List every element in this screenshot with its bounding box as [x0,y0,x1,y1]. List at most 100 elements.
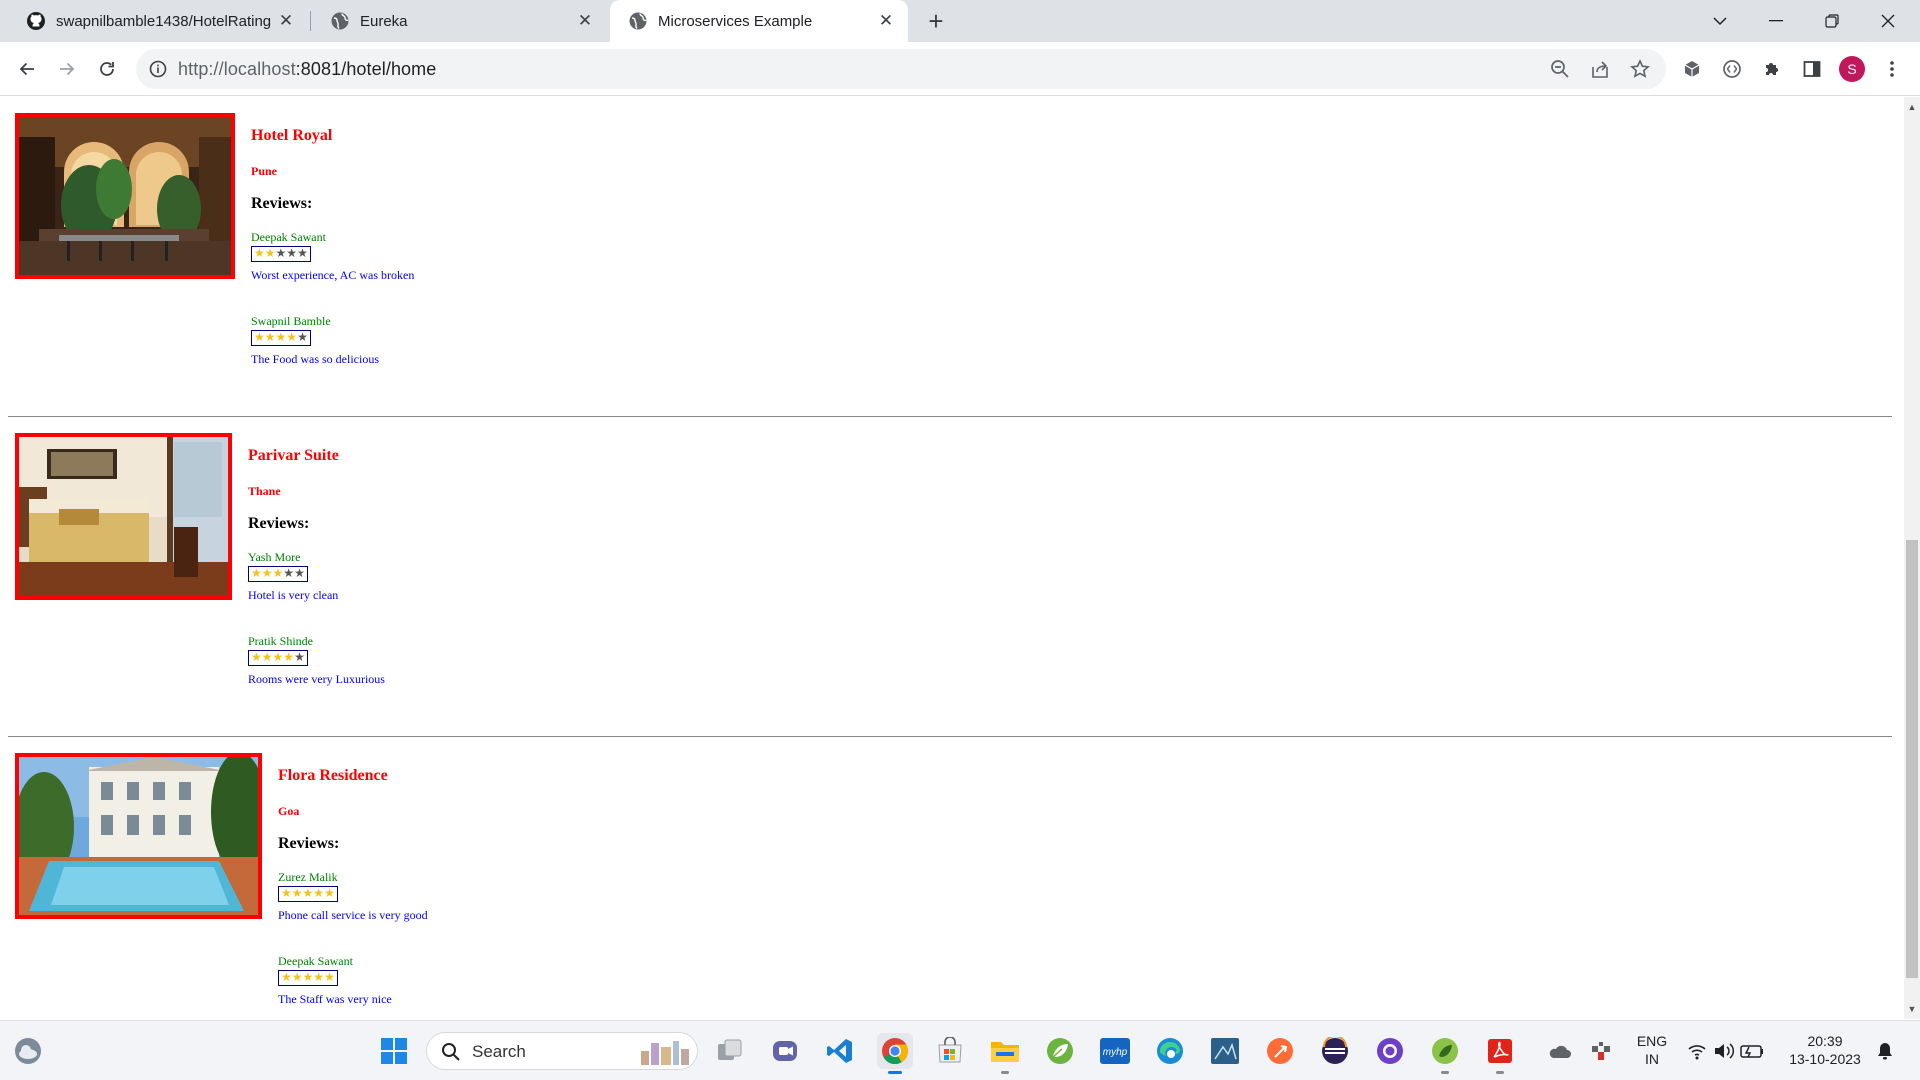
star-filled-icon: ★ [275,330,287,344]
profile-button[interactable]: S [1836,53,1868,85]
tab-separator [310,11,311,31]
vscode-button[interactable] [822,1033,858,1069]
github-desktop-icon [1377,1038,1403,1064]
star-filled-icon: ★ [313,886,325,900]
review-item: Zurez Malik ★★★★★ Phone call service is … [278,870,428,922]
scroll-down-arrow[interactable]: ▼ [1904,1001,1920,1017]
bookmark-star-icon[interactable] [1630,59,1650,79]
star-filled-icon: ★ [254,330,265,344]
windows-logo-icon [381,1038,407,1064]
reload-icon [100,62,114,76]
star-filled-icon: ★ [281,970,292,984]
scroll-up-arrow[interactable]: ▲ [1904,99,1920,115]
chrome-icon [882,1038,909,1065]
extension-button[interactable] [1716,53,1748,85]
forward-button[interactable] [51,53,83,85]
menu-button[interactable] [1876,53,1908,85]
chevron-down-icon [1713,17,1727,26]
acrobat-button[interactable] [1482,1033,1518,1074]
url-path: :8081/hotel/home [295,59,437,79]
star-filled-icon: ★ [324,970,335,984]
eclipse-button[interactable] [1317,1033,1353,1069]
running-indicator [1496,1071,1504,1074]
task-view-button[interactable] [712,1033,748,1069]
hotel-divider [8,736,1892,737]
tab-eureka[interactable]: Eureka ✕ [312,0,607,42]
windows-taskbar: Search myhp ENG IN 20:39 13-10-2023 [0,1020,1920,1080]
hotel-royal-photo [19,117,231,275]
language-indicator[interactable]: ENG IN [1632,1032,1672,1068]
star-filled-icon: ★ [254,246,265,260]
tab-strip: swapnilbamble1438/HotelRating ✕ Eureka ✕… [0,0,1920,42]
notifications-button[interactable] [1870,1033,1900,1069]
start-button[interactable] [376,1033,412,1069]
spring-tool-suite-button[interactable] [1042,1033,1078,1069]
star-filled-icon: ★ [286,330,298,344]
review-feedback: Rooms were very Luxurious [248,672,385,686]
globe-icon [331,12,349,30]
chrome-button[interactable] [877,1033,913,1074]
edge-button[interactable] [1152,1033,1188,1069]
page-content: Hotel Royal Pune Reviews: Deepak Sawant … [0,97,1904,1019]
review-item: Pratik Shinde ★★★★★ Rooms were very Luxu… [248,634,385,686]
mysql-workbench-button[interactable] [1207,1033,1243,1069]
onedrive-button[interactable] [1544,1033,1574,1069]
tray-app-button[interactable] [1586,1033,1616,1069]
postman-button[interactable] [1262,1033,1298,1069]
github-desktop-button[interactable] [1372,1033,1408,1069]
edge-icon [1157,1038,1183,1064]
star-filled-icon: ★ [283,650,295,664]
weather-widget[interactable] [10,1033,46,1069]
scrollbar-thumb[interactable] [1906,540,1918,978]
review-user: Deepak Sawant [278,954,353,968]
clock[interactable]: 20:39 13-10-2023 [1780,1032,1870,1068]
hotel-image [15,753,262,919]
taskbar-search[interactable]: Search [426,1032,698,1070]
close-tab-icon[interactable]: ✕ [876,11,896,31]
star-filled-icon: ★ [264,330,276,344]
restore-button[interactable] [1804,0,1860,42]
review-feedback: The Staff was very nice [278,992,392,1006]
running-indicator [1001,1071,1009,1074]
github-icon [27,12,45,30]
mysql-button[interactable]: myhp [1097,1033,1133,1069]
extensions-button[interactable] [1756,53,1788,85]
cube-icon [1684,61,1700,77]
extension-button[interactable] [1676,53,1708,85]
bell-icon [1878,1043,1892,1060]
new-tab-button[interactable]: + [922,6,950,36]
zoom-icon[interactable] [1550,59,1570,79]
side-panel-button[interactable] [1796,53,1828,85]
tab-search-button[interactable] [1692,0,1748,42]
microsoft-store-button[interactable] [932,1033,968,1069]
teams-chat-button[interactable] [767,1033,803,1069]
quick-settings-button[interactable] [1684,1033,1770,1069]
star-filled-icon: ★ [261,650,273,664]
star-filled-icon: ★ [272,650,284,664]
tab-github[interactable]: swapnilbamble1438/HotelRating ✕ [8,0,308,42]
minimize-button[interactable] [1748,0,1804,42]
star-filled-icon: ★ [264,246,276,260]
tab-microservices-example[interactable]: Microservices Example ✕ [610,0,908,42]
info-icon[interactable] [149,60,167,78]
puzzle-icon [1766,63,1778,75]
share-icon[interactable] [1590,59,1610,79]
review-feedback: The Food was so delicious [251,352,379,366]
star-rating: ★★★★★ [251,246,311,262]
star-rating: ★★★★★ [251,330,311,346]
spring-tools-button[interactable] [1427,1033,1463,1074]
reload-button[interactable] [91,53,123,85]
review-feedback: Worst experience, AC was broken [251,268,415,282]
back-button[interactable] [11,53,43,85]
close-window-button[interactable] [1860,0,1916,42]
hotel-card: Flora Residence Goa Reviews: Zurez Malik… [8,753,1892,1019]
parivar-suite-photo [19,437,228,596]
file-explorer-button[interactable] [987,1033,1023,1074]
restore-icon [1825,14,1839,28]
address-bar[interactable]: http://localhost:8081/hotel/home [136,49,1666,89]
vscode-icon [827,1039,852,1063]
close-tab-icon[interactable]: ✕ [276,11,296,31]
close-tab-icon[interactable]: ✕ [575,11,595,31]
review-item: Yash More ★★★★★ Hotel is very clean [248,550,338,602]
clock-date: 13-10-2023 [1789,1051,1861,1067]
